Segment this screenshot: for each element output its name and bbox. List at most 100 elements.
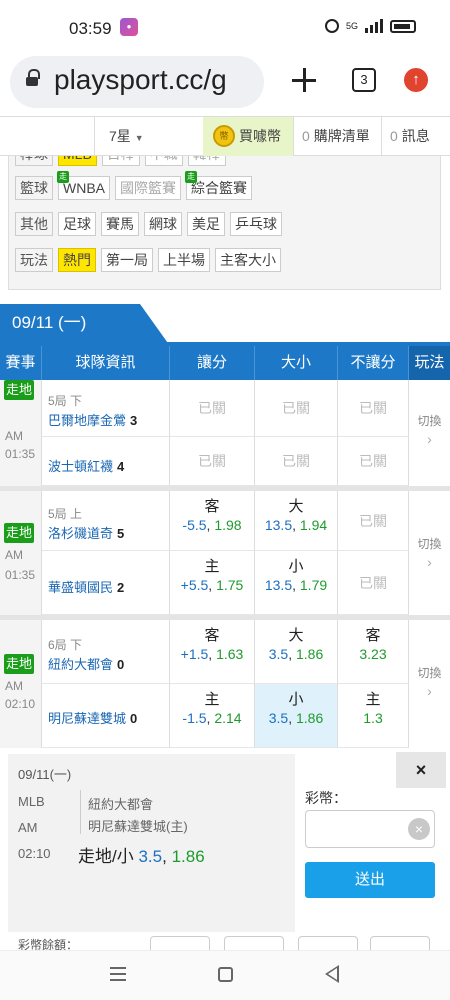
odds-closed: 已關 xyxy=(255,437,338,486)
star-level-dropdown[interactable]: 7星 ▼ xyxy=(94,117,202,156)
filter-label-basketball: 籃球 xyxy=(15,176,53,200)
header-spread: 讓分 xyxy=(170,346,255,380)
odds-closed: 已關 xyxy=(170,380,255,437)
game-row: 走地 AM 01:35 5局 下 巴爾地摩金鶯 3 波士頓紅襪 4 已關 已關 已關… xyxy=(0,380,450,486)
filter-mixed-basketball[interactable]: 走綜合籃賽 xyxy=(185,171,252,200)
caret-down-icon: ▼ xyxy=(134,133,144,143)
filter-table-tennis[interactable]: 乒乓球 xyxy=(230,212,282,236)
chevron-right-icon: › xyxy=(427,683,432,699)
filter-row-basketball: 籃球 走 WNBA 國際籃賽 走綜合籃賽 xyxy=(15,171,252,202)
switch-button[interactable]: 切換 › xyxy=(409,491,450,615)
header-team-info: 球隊資訊 xyxy=(42,346,170,380)
total-over-odds[interactable]: 大 3.5, 1.86 xyxy=(255,620,338,684)
inning-label: 6局 下 xyxy=(48,638,83,652)
filter-wnba[interactable]: 走 WNBA xyxy=(57,171,110,200)
system-nav-bar xyxy=(0,950,450,1000)
recent-apps-icon[interactable] xyxy=(110,967,126,981)
filter-label-others: 其他 xyxy=(15,212,53,236)
battery-icon xyxy=(390,19,416,33)
filter-home-away-total[interactable]: 主客大小 xyxy=(215,248,281,272)
slip-league: MLB xyxy=(18,794,45,809)
filter-row-baseball: 棒球 MLB 日棒 中職 韓棒 xyxy=(15,156,226,168)
chip-button[interactable] xyxy=(298,936,358,950)
inning-label: 5局 上 xyxy=(48,507,83,521)
new-tab-icon[interactable] xyxy=(290,66,318,94)
switch-button[interactable]: 切換 › xyxy=(409,620,450,748)
date-tab[interactable]: 09/11 (一) xyxy=(0,304,170,346)
total-under-odds-selected[interactable]: 小 3.5, 1.86 xyxy=(255,684,338,748)
browser-toolbar: playsport.cc/g 3 ↑ xyxy=(0,54,450,116)
site-top-bar: 7星 ▼ 幣買噱幣 0 購牌清單 0 訊息 xyxy=(0,116,450,156)
coin-icon: 幣 xyxy=(213,125,235,148)
cart-link[interactable]: 0 購牌清單 xyxy=(293,117,381,156)
event-cell: 走地 AM 01:35 xyxy=(0,491,42,615)
buy-coins-button[interactable]: 幣買噱幣 xyxy=(203,117,293,156)
moneyline-away-odds[interactable]: 客 3.23 xyxy=(338,620,409,684)
chip-button[interactable] xyxy=(370,936,430,950)
close-slip-button[interactable]: × xyxy=(396,752,446,788)
date-tab-bar: 09/11 (一) xyxy=(0,304,450,346)
filter-hot[interactable]: 熱門 xyxy=(58,248,96,272)
live-badge: 走 xyxy=(185,171,197,183)
spread-home-odds[interactable]: 主 -1.5, 2.14 xyxy=(170,684,255,748)
clear-icon[interactable]: × xyxy=(408,818,430,840)
odds-closed: 已關 xyxy=(338,491,409,551)
odds-closed: 已關 xyxy=(255,380,338,437)
home-icon[interactable] xyxy=(218,967,233,982)
total-under-odds[interactable]: 小 13.5, 1.79 xyxy=(255,551,338,615)
filter-tennis[interactable]: 網球 xyxy=(144,212,182,236)
live-tag: 走地 xyxy=(4,523,34,543)
header-play-type: 玩法 xyxy=(409,346,450,380)
filter-row-others: 其他 足球 賽馬 網球 美足 乒乓球 xyxy=(15,212,282,238)
filter-label-play: 玩法 xyxy=(15,248,53,272)
moneyline-home-odds[interactable]: 主 1.3 xyxy=(338,684,409,748)
header-moneyline: 不讓分 xyxy=(338,346,409,380)
tab-count-button[interactable]: 3 xyxy=(352,68,376,92)
filter-horse-racing[interactable]: 賽馬 xyxy=(101,212,139,236)
switch-button[interactable]: 切換 › xyxy=(409,380,450,486)
alarm-icon xyxy=(324,19,339,33)
back-icon[interactable] xyxy=(325,965,339,983)
clock: 03:59 xyxy=(69,19,112,38)
team-away: 6局 下 紐約大都會 0 xyxy=(42,620,170,684)
spread-home-odds[interactable]: 主 +5.5, 1.75 xyxy=(170,551,255,615)
filter-american-football[interactable]: 美足 xyxy=(187,212,225,236)
total-over-odds[interactable]: 大 13.5, 1.94 xyxy=(255,491,338,551)
game-row: 走地 AM 02:10 6局 下 紐約大都會 0 明尼蘇達雙城 0 客 +1.5, … xyxy=(0,620,450,748)
upload-icon[interactable]: ↑ xyxy=(404,68,428,92)
filter-soccer[interactable]: 足球 xyxy=(58,212,96,236)
team-home: 華盛頓國民 2 xyxy=(42,551,170,615)
balance-label: 彩幣餘額： xyxy=(18,938,79,950)
filter-intl-basketball[interactable]: 國際籃賽 xyxy=(115,176,181,200)
network-label: 5G xyxy=(345,21,358,31)
header-total: 大小 xyxy=(255,346,338,380)
filter-first-half[interactable]: 上半場 xyxy=(158,248,210,272)
bet-slip: 09/11(一) MLB AM 02:10 紐約大都會 明尼蘇達雙城(主) 走地… xyxy=(0,748,450,948)
team-home: 明尼蘇達雙城 0 xyxy=(42,684,170,748)
messages-link[interactable]: 0 訊息 xyxy=(381,117,450,156)
team-away: 5局 上 洛杉磯道奇 5 xyxy=(42,491,170,551)
signal-icon xyxy=(365,19,383,33)
spread-away-odds[interactable]: 客 +1.5, 1.63 xyxy=(170,620,255,684)
submit-button[interactable]: 送出 xyxy=(305,862,435,898)
address-bar[interactable]: playsport.cc/g xyxy=(10,56,264,108)
odds-closed: 已關 xyxy=(338,551,409,615)
slip-away-team: 紐約大都會 xyxy=(88,797,154,812)
amount-label: 彩幣： xyxy=(305,790,347,806)
team-home: 波士頓紅襪 4 xyxy=(42,437,170,486)
inning-label: 5局 下 xyxy=(48,394,83,408)
spread-away-odds[interactable]: 客 -5.5, 1.98 xyxy=(170,491,255,551)
slip-time: 02:10 xyxy=(18,846,51,861)
filter-first-inning[interactable]: 第一局 xyxy=(101,248,153,272)
chip-button[interactable] xyxy=(150,936,210,950)
bet-slip-summary: 09/11(一) MLB AM 02:10 紐約大都會 明尼蘇達雙城(主) 走地… xyxy=(8,754,295,932)
odds-closed: 已關 xyxy=(338,437,409,486)
chip-button[interactable] xyxy=(224,936,284,950)
slip-date: 09/11(一) xyxy=(18,767,72,782)
slip-home-team: 明尼蘇達雙城(主) xyxy=(88,819,188,834)
odds-table-header: 賽事 球隊資訊 讓分 大小 不讓分 玩法 xyxy=(0,346,450,380)
event-cell: 走地 AM 01:35 xyxy=(0,380,42,486)
live-tag: 走地 xyxy=(4,654,34,674)
slip-pick: 走地/小 3.5, 1.86 xyxy=(78,847,205,866)
header-event: 賽事 xyxy=(0,346,42,380)
